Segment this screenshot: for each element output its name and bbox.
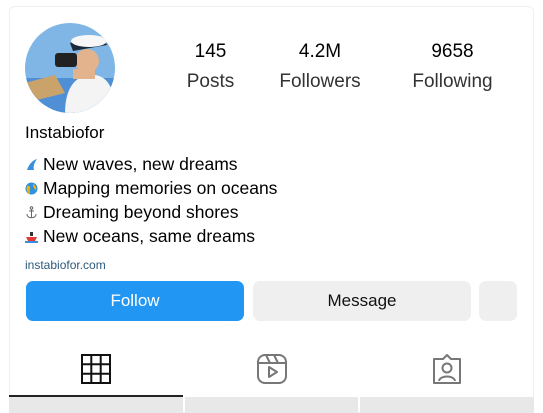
globe-icon xyxy=(25,182,38,194)
surf-wave-icon xyxy=(27,158,37,170)
follow-button[interactable]: Follow xyxy=(26,281,244,321)
stat-posts-label: Posts xyxy=(186,71,235,92)
stat-followers[interactable]: 4.2M Followers xyxy=(265,40,375,94)
bio-line: Dreaming beyond shores xyxy=(25,200,277,224)
tab-tagged-indicator xyxy=(360,397,534,413)
stat-following-label: Following xyxy=(412,71,493,92)
message-button[interactable]: Message xyxy=(253,281,471,321)
reels-icon xyxy=(256,354,287,384)
profile-avatar[interactable] xyxy=(25,23,115,113)
stat-posts-value: 145 xyxy=(194,41,227,62)
profile-username: Instabiofor xyxy=(25,123,105,142)
bio-line-text: New oceans, same dreams xyxy=(43,226,256,246)
bio-line-text: Dreaming beyond shores xyxy=(43,202,239,222)
ship-icon xyxy=(25,231,38,243)
stat-following[interactable]: 9658 Following xyxy=(400,40,505,94)
profile-tabs xyxy=(9,345,534,413)
tab-posts[interactable] xyxy=(9,345,183,413)
bio-line: Mapping memories on oceans xyxy=(25,176,277,200)
grid-icon xyxy=(81,354,111,384)
avatar-image xyxy=(25,23,115,113)
stat-following-value: 9658 xyxy=(431,41,474,62)
stat-followers-label: Followers xyxy=(279,71,361,92)
more-options-button[interactable] xyxy=(479,281,517,321)
bio-line-text: New waves, new dreams xyxy=(43,154,238,174)
bio-line: New waves, new dreams xyxy=(25,152,277,176)
bio-line-text: Mapping memories on oceans xyxy=(43,178,278,198)
tab-tagged[interactable] xyxy=(360,345,534,413)
profile-link[interactable]: instabiofor.com xyxy=(25,258,106,272)
tab-posts-indicator xyxy=(9,395,183,413)
stat-posts[interactable]: 145 Posts xyxy=(168,40,253,94)
stat-followers-value: 4.2M xyxy=(298,41,342,62)
bio-line: New oceans, same dreams xyxy=(25,224,277,248)
profile-stats: 145 Posts 4.2M Followers 9658 Following xyxy=(150,40,530,100)
tab-reels[interactable] xyxy=(185,345,358,413)
tab-reels-indicator xyxy=(185,397,358,413)
profile-bio: New waves, new dreams Mapping memories o… xyxy=(25,152,277,248)
anchor-icon xyxy=(26,205,37,218)
tagged-icon xyxy=(433,354,461,384)
